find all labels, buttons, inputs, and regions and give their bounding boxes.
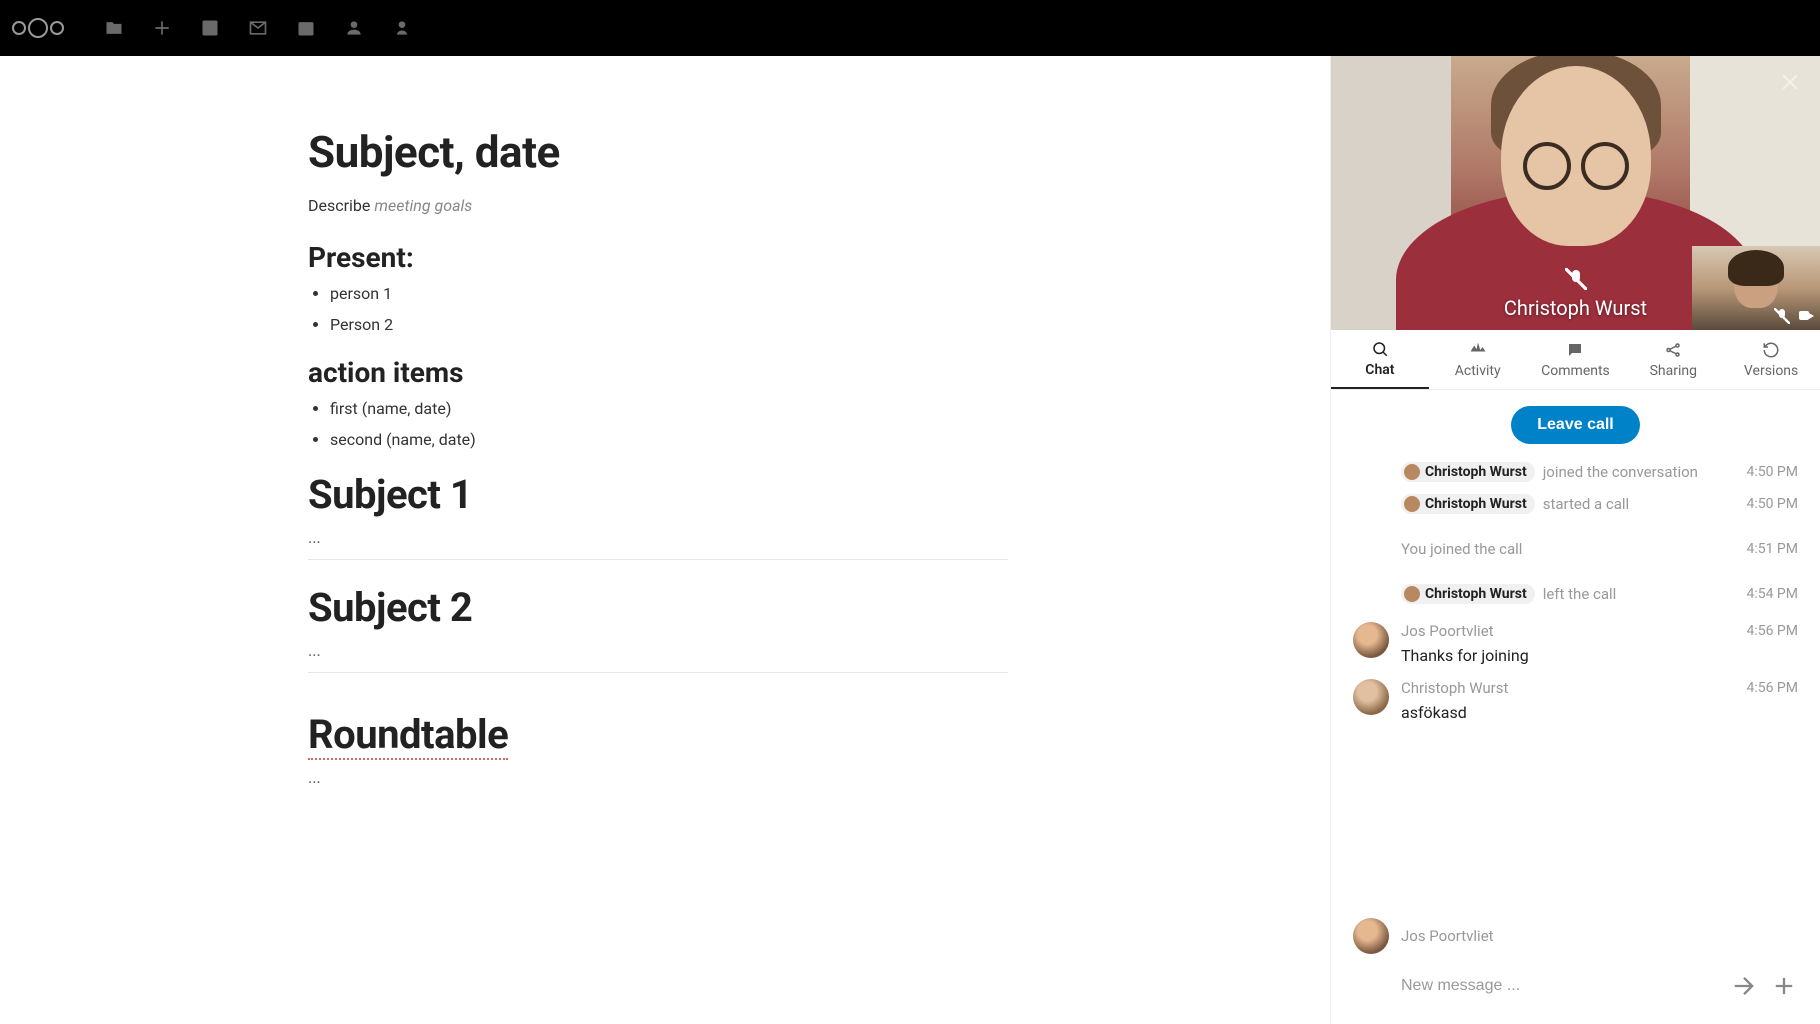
- sidebar-tabs: Chat Activity Comments Sharing: [1331, 330, 1820, 390]
- nav-plus-icon[interactable]: [152, 18, 172, 38]
- tab-label: Comments: [1541, 363, 1610, 379]
- message-author: Jos Poortvliet: [1401, 622, 1494, 640]
- chat-icon: [1371, 340, 1389, 358]
- list-item[interactable]: person 1: [330, 284, 1008, 303]
- divider: [308, 672, 1008, 673]
- user-chip[interactable]: Christoph Wurst: [1401, 494, 1535, 514]
- present-heading[interactable]: Present:: [308, 241, 1008, 274]
- message-text: Thanks for joining: [1401, 646, 1798, 665]
- nav-mail-icon[interactable]: [248, 18, 268, 38]
- list-item[interactable]: second (name, date): [330, 430, 1008, 449]
- video-self-thumbnail[interactable]: [1692, 246, 1820, 330]
- tab-label: Sharing: [1650, 363, 1697, 379]
- action-items-list[interactable]: first (name, date) second (name, date): [330, 399, 1008, 449]
- document-area[interactable]: Subject, date Describe meeting goals Pre…: [0, 56, 1330, 1024]
- nav-more-icon[interactable]: [392, 18, 412, 38]
- user-chip[interactable]: Christoph Wurst: [1401, 584, 1535, 604]
- video-call: Christoph Wurst: [1331, 56, 1820, 330]
- tab-comments[interactable]: Comments: [1527, 330, 1625, 389]
- nav-contacts-icon[interactable]: [344, 18, 364, 38]
- present-list[interactable]: person 1 Person 2: [330, 284, 1008, 334]
- sidebar: Christoph Wurst Chat Activit: [1330, 56, 1820, 1024]
- leave-call-button[interactable]: Leave call: [1511, 406, 1640, 444]
- nav-files-icon[interactable]: [104, 18, 124, 38]
- avatar[interactable]: [1353, 918, 1389, 954]
- message-author: Christoph Wurst: [1401, 679, 1508, 697]
- activity-icon: [1469, 341, 1487, 359]
- message-input[interactable]: [1401, 977, 1718, 995]
- typing-indicator: Jos Poortvliet: [1353, 878, 1798, 962]
- video-participant-name: Christoph Wurst: [1504, 268, 1647, 320]
- tab-activity[interactable]: Activity: [1429, 330, 1527, 389]
- chat-event: Christoph Wurst joined the conversation …: [1353, 462, 1798, 482]
- tab-label: Versions: [1744, 363, 1798, 379]
- doc-describe[interactable]: Describe meeting goals: [308, 196, 1008, 215]
- divider: [308, 559, 1008, 560]
- subject2-body[interactable]: ...: [308, 641, 1008, 660]
- message-text: asfökasd: [1401, 703, 1798, 722]
- roundtable-body[interactable]: ...: [308, 768, 1008, 787]
- roundtable-heading[interactable]: Roundtable: [308, 711, 508, 758]
- chat-panel: Leave call Christoph Wurst joined the co…: [1331, 390, 1820, 962]
- topbar: [0, 0, 1820, 56]
- chat-message: Jos Poortvliet 4:56 PM Thanks for joinin…: [1353, 622, 1798, 665]
- avatar: [1404, 496, 1420, 512]
- list-item[interactable]: Person 2: [330, 315, 1008, 334]
- avatar[interactable]: [1353, 622, 1389, 658]
- tab-label: Chat: [1365, 362, 1394, 378]
- doc-title[interactable]: Subject, date: [308, 126, 1008, 178]
- message-composer: [1331, 962, 1820, 1024]
- list-item[interactable]: first (name, date): [330, 399, 1008, 418]
- nav-dashboard-icon[interactable]: [200, 18, 220, 38]
- chat-message: Christoph Wurst 4:56 PM asfökasd: [1353, 679, 1798, 722]
- tab-label: Activity: [1455, 363, 1501, 379]
- app-logo[interactable]: [12, 18, 64, 38]
- subject2-heading[interactable]: Subject 2: [308, 584, 1008, 631]
- tab-versions[interactable]: Versions: [1722, 330, 1820, 389]
- camera-icon[interactable]: [1798, 308, 1814, 324]
- mic-off-icon: [1565, 268, 1587, 290]
- action-items-heading[interactable]: action items: [308, 356, 1008, 389]
- chat-event: You joined the call 4:51 PM: [1353, 540, 1798, 558]
- comments-icon: [1566, 341, 1584, 359]
- tab-sharing[interactable]: Sharing: [1624, 330, 1722, 389]
- subject1-body[interactable]: ...: [308, 528, 1008, 547]
- sharing-icon: [1664, 341, 1682, 359]
- close-icon[interactable]: [1778, 70, 1802, 94]
- chat-event: Christoph Wurst started a call 4:50 PM: [1353, 494, 1798, 514]
- versions-icon: [1762, 341, 1780, 359]
- message-time: 4:56 PM: [1746, 623, 1798, 639]
- avatar: [1404, 586, 1420, 602]
- send-icon[interactable]: [1730, 972, 1758, 1000]
- message-time: 4:56 PM: [1746, 680, 1798, 696]
- avatar[interactable]: [1353, 679, 1389, 715]
- tab-chat[interactable]: Chat: [1331, 330, 1429, 389]
- subject1-heading[interactable]: Subject 1: [308, 471, 1008, 518]
- nav-calendar-icon[interactable]: [296, 18, 316, 38]
- chat-event: Christoph Wurst left the call 4:54 PM: [1353, 584, 1798, 604]
- add-attachment-icon[interactable]: [1770, 972, 1798, 1000]
- avatar: [1404, 464, 1420, 480]
- user-chip[interactable]: Christoph Wurst: [1401, 462, 1535, 482]
- mic-off-icon[interactable]: [1774, 308, 1790, 324]
